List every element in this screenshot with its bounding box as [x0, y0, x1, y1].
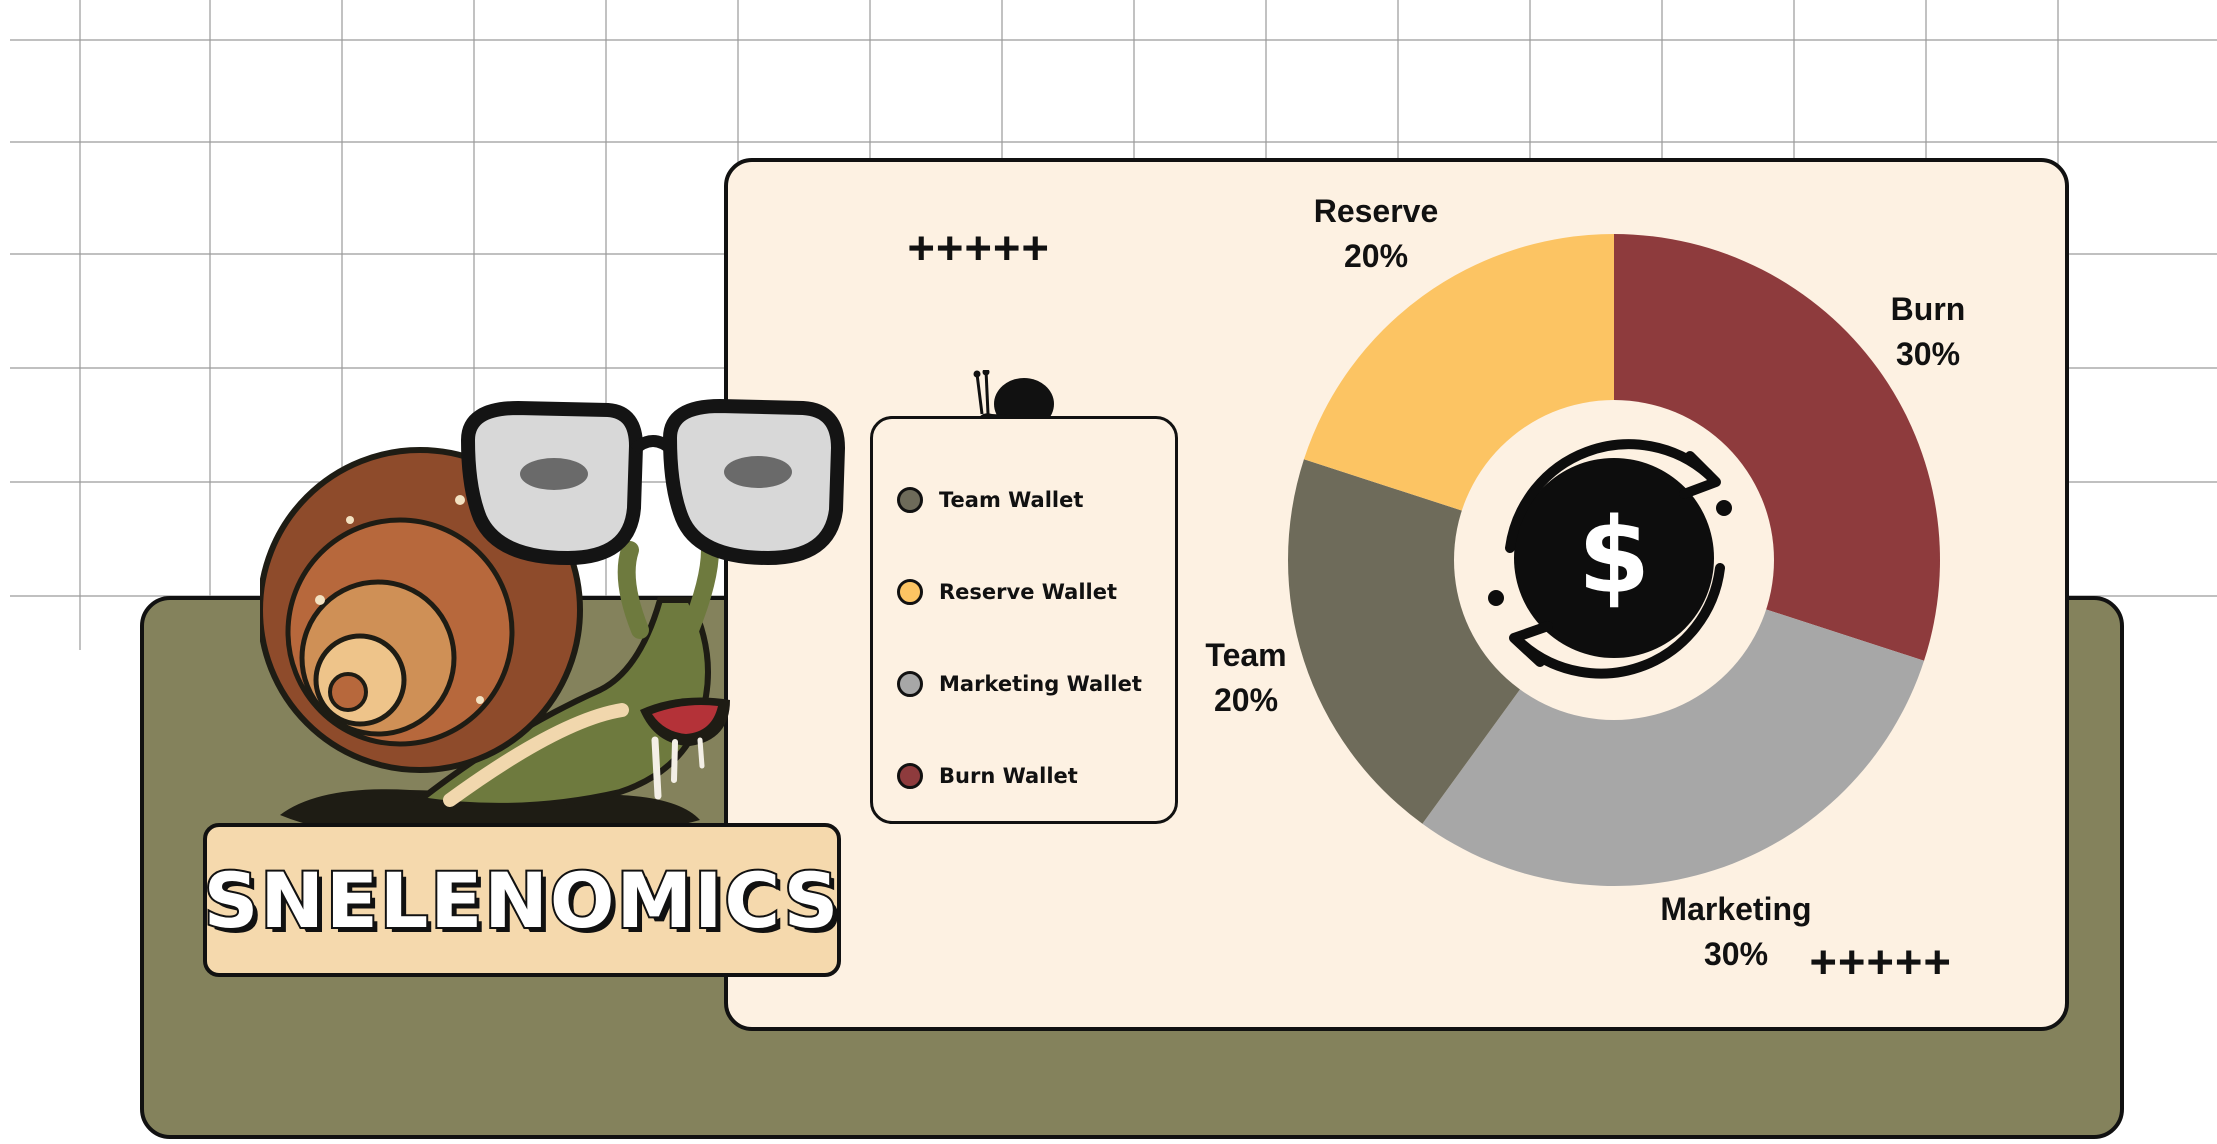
tokenomics-graphic: +++++ +++++ Team Wallet Reserve Wallet M…	[0, 0, 2217, 1144]
slice-value-team: 20%	[1213, 682, 1279, 718]
slice-name-team: Team	[1205, 637, 1287, 674]
slice-value-marketing: 30%	[1703, 936, 1769, 972]
slice-name-reserve: Reserve	[1313, 193, 1439, 230]
slice-label-burn: Burn 30%	[1891, 287, 1966, 377]
slice-label-marketing: Marketing 30%	[1660, 887, 1811, 977]
glasses-illustration	[460, 398, 846, 566]
svg-text:$: $	[1578, 495, 1650, 617]
slice-label-team: Team 20%	[1205, 633, 1286, 723]
slice-label-reserve: Reserve 20%	[1314, 189, 1439, 279]
banner-title: SNELENOMICS	[202, 854, 841, 947]
slice-value-burn: 30%	[1895, 336, 1961, 372]
snelenomics-banner: SNELENOMICS	[202, 823, 841, 977]
slice-name-burn: Burn	[1890, 291, 1966, 328]
slice-name-marketing: Marketing	[1660, 891, 1812, 928]
slice-value-reserve: 20%	[1343, 238, 1409, 274]
